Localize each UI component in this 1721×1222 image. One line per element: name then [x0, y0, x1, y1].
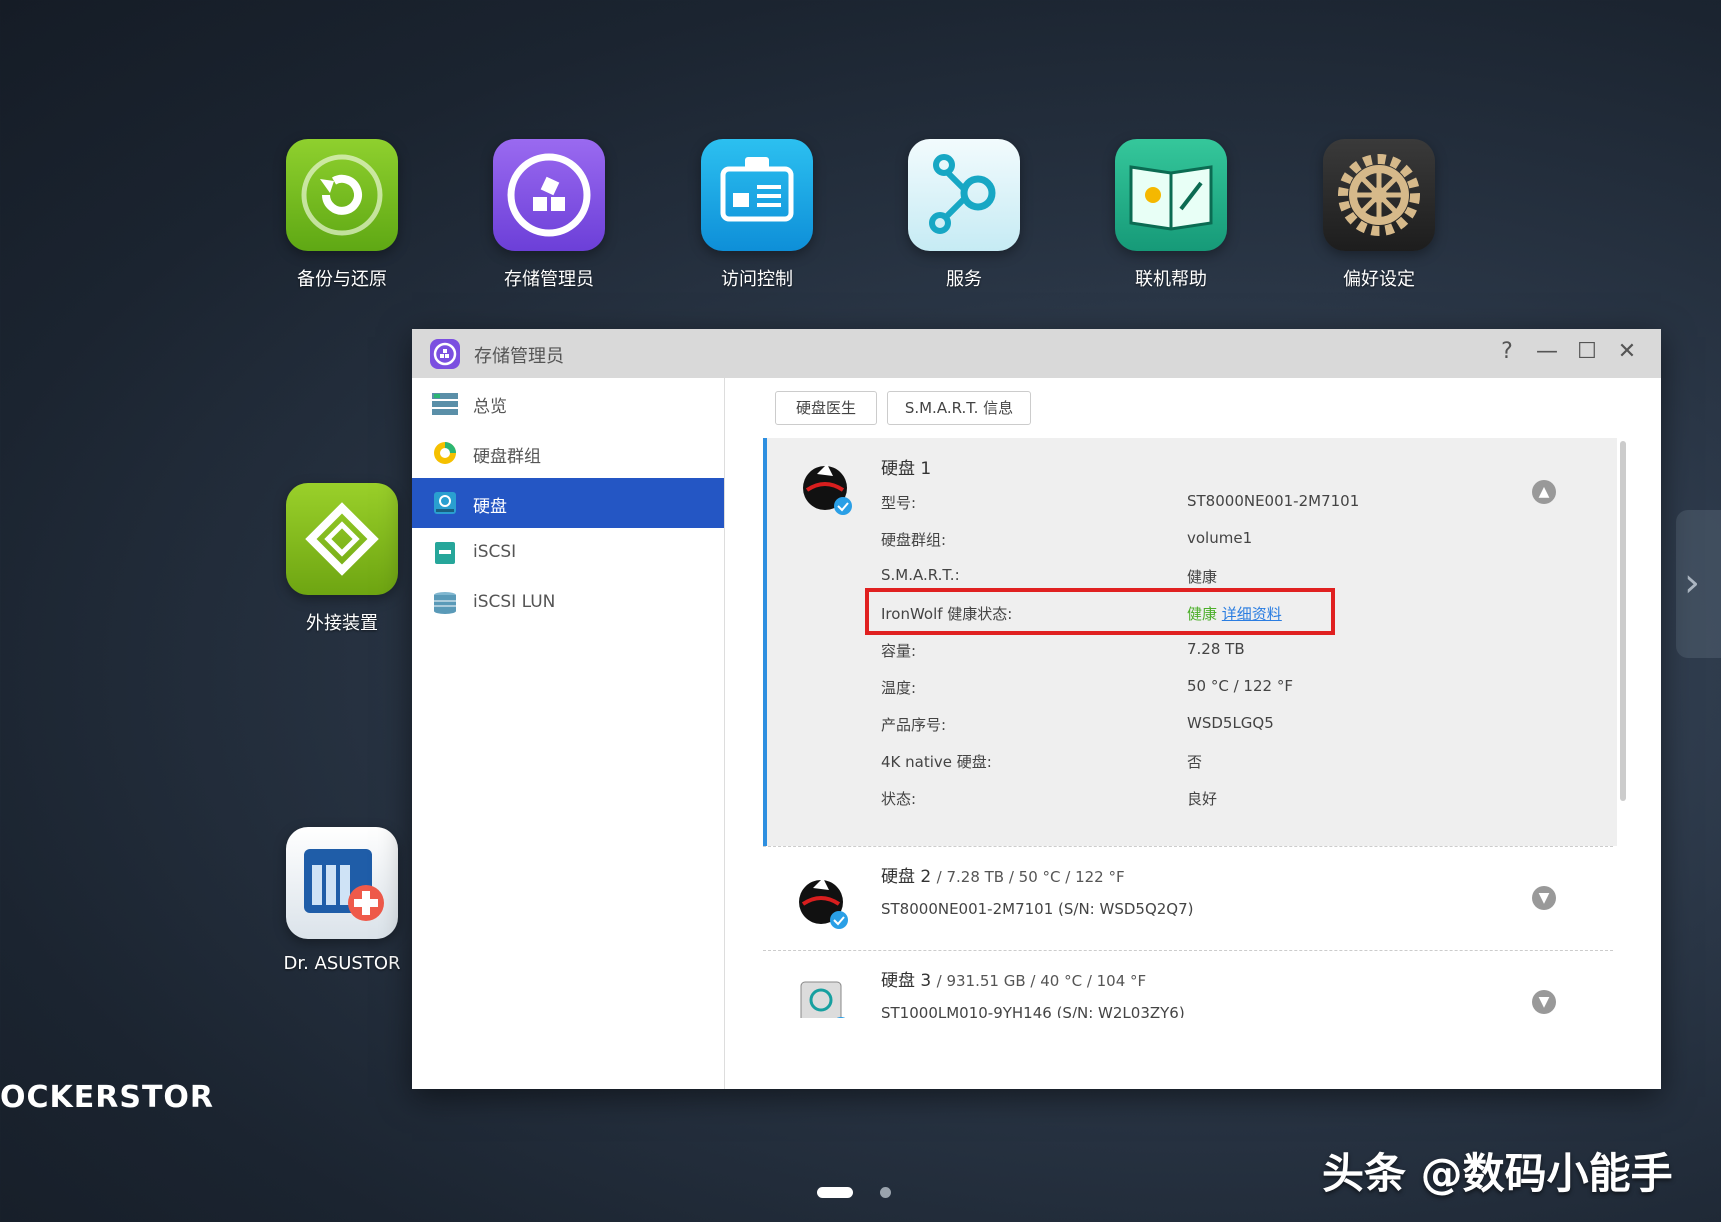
online-help-icon: [1115, 139, 1227, 251]
next-page-button[interactable]: ›: [1676, 510, 1721, 658]
hdd-disk-icon: [800, 981, 846, 1018]
desktop-icon-preferences[interactable]: 偏好设定: [1304, 139, 1454, 291]
expand-chevron-down-icon[interactable]: ▼: [1532, 886, 1556, 910]
sidebar-item-label: iSCSI: [473, 542, 517, 562]
field-label: 4K native 硬盘:: [881, 753, 992, 771]
sidebar-item-label: 硬盘: [473, 497, 507, 517]
desktop-icon-storage-manager[interactable]: 存储管理员: [474, 139, 624, 291]
help-button[interactable]: ?: [1492, 339, 1522, 364]
disk-icon: [434, 492, 456, 514]
desktop-icon-label: 外接装置: [306, 613, 378, 634]
ironwolf-disk-icon: [803, 464, 852, 515]
field-label: S.M.A.R.T.:: [881, 566, 960, 584]
sidebar-item-disk[interactable]: 硬盘: [412, 478, 724, 528]
field-value: 健康: [1187, 568, 1218, 586]
iscsi-lun-icon: [434, 592, 456, 614]
disk-card-3[interactable]: 硬盘 3 / 931.51 GB / 40 °C / 104 °F ST1000…: [763, 952, 1613, 1018]
field-label: 容量:: [881, 642, 917, 660]
field-label: 硬盘群组:: [881, 531, 947, 549]
field-label: 状态:: [881, 790, 917, 808]
watermark: 头条 @数码小能手: [1322, 1149, 1673, 1198]
disk-3-summary: / 931.51 GB / 40 °C / 104 °F: [936, 972, 1147, 990]
disk-list: 硬盘 1 ▲ 硬盘 2 / 7.28 TB / 50 °C / 122 °F S…: [763, 438, 1623, 1018]
page-dot[interactable]: [880, 1187, 891, 1198]
sidebar-item-iscsi[interactable]: iSCSI: [412, 528, 724, 578]
highlight-box: [865, 588, 1335, 635]
minimize-button[interactable]: —: [1532, 339, 1562, 364]
sidebar-item-iscsi-lun[interactable]: iSCSI LUN: [412, 578, 724, 628]
desktop-icon-label: 联机帮助: [1135, 269, 1207, 290]
preferences-icon: [1323, 139, 1435, 251]
services-icon: [908, 139, 1020, 251]
sidebar: 总览 硬盘群组 硬盘 iSCSI iSCSI LUN: [412, 378, 725, 1089]
field-value: 50 °C / 122 °F: [1187, 677, 1293, 695]
disk-3-model: ST1000LM010-9YH146 (S/N: W2L03ZY6): [881, 1004, 1185, 1018]
backup-icon: [286, 139, 398, 251]
window-titlebar[interactable]: 存储管理员 ? — ☐ ✕: [412, 329, 1661, 378]
ironwolf-disk-icon: [799, 878, 848, 929]
volume-icon: [434, 442, 456, 464]
field-label: 型号:: [881, 494, 917, 512]
desktop-icon-backup[interactable]: 备份与还原: [267, 139, 417, 291]
window-title: 存储管理员: [474, 346, 564, 367]
disk-name: 硬盘 3 / 931.51 GB / 40 °C / 104 °F: [881, 966, 1146, 991]
collapse-chevron-up-icon[interactable]: ▲: [1532, 480, 1556, 504]
disk-2-name: 硬盘 2: [881, 867, 932, 887]
disk-2-model: ST8000NE001-2M7101 (S/N: WSD5Q2Q7): [881, 900, 1194, 918]
maximize-button[interactable]: ☐: [1572, 339, 1602, 364]
disk-doctor-button[interactable]: 硬盘医生: [775, 391, 877, 425]
storage-manager-window: 存储管理员 ? — ☐ ✕ 总览 硬盘群组 硬盘 iSCSI iSCSI LUN…: [412, 329, 1661, 1089]
main-content: 硬盘医生 S.M.A.R.T. 信息 硬盘 1 ▲ 硬盘 2 / 7.28 TB…: [725, 378, 1661, 1089]
field-value: WSD5LGQ5: [1187, 714, 1274, 732]
desktop-icon-label: 备份与还原: [297, 269, 387, 290]
overview-icon: [432, 393, 458, 415]
brand-logo: OCKERSTOR: [0, 1080, 215, 1115]
desktop-icon-label: 偏好设定: [1343, 269, 1415, 290]
close-button[interactable]: ✕: [1612, 339, 1642, 364]
sidebar-item-overview[interactable]: 总览: [412, 378, 724, 428]
scrollbar[interactable]: [1620, 441, 1626, 801]
sidebar-item-label: 总览: [473, 397, 507, 417]
desktop-icon-online-help[interactable]: 联机帮助: [1096, 139, 1246, 291]
disk-name: 硬盘 2 / 7.28 TB / 50 °C / 122 °F: [881, 862, 1125, 887]
desktop-icon-label: Dr. ASUSTOR: [283, 953, 401, 974]
expand-chevron-down-icon[interactable]: ▼: [1532, 990, 1556, 1014]
external-devices-icon: [286, 483, 398, 595]
sidebar-item-label: 硬盘群组: [473, 447, 541, 467]
desktop-icon-dr-asustor[interactable]: Dr. ASUSTOR: [267, 827, 417, 974]
desktop-icon-label: 存储管理员: [504, 269, 594, 290]
field-value: 否: [1187, 753, 1203, 771]
storage-manager-icon: [493, 139, 605, 251]
chevron-right-icon: ›: [1684, 560, 1700, 606]
field-label: 温度:: [881, 679, 917, 697]
divider: [763, 950, 1613, 951]
storage-manager-app-icon: [430, 339, 460, 369]
field-value: 良好: [1187, 790, 1218, 808]
divider: [763, 846, 1613, 847]
dr-asustor-icon: [286, 827, 398, 939]
page-dot-active[interactable]: [817, 1187, 853, 1198]
sidebar-item-label: iSCSI LUN: [473, 592, 556, 612]
disk-2-summary: / 7.28 TB / 50 °C / 122 °F: [936, 868, 1125, 886]
field-value: volume1: [1187, 529, 1253, 547]
desktop-icon-label: 访问控制: [721, 269, 793, 290]
field-label: 产品序号:: [881, 716, 947, 734]
desktop-icon-services[interactable]: 服务: [889, 139, 1039, 291]
smart-info-button[interactable]: S.M.A.R.T. 信息: [887, 391, 1031, 425]
disk-card-2[interactable]: 硬盘 2 / 7.28 TB / 50 °C / 122 °F ST8000NE…: [763, 848, 1613, 948]
desktop-icon-access-control[interactable]: 访问控制: [682, 139, 832, 291]
desktop-icon-external-devices[interactable]: 外接装置: [267, 483, 417, 635]
iscsi-icon: [435, 542, 455, 564]
field-value: ST8000NE001-2M7101: [1187, 492, 1360, 510]
sidebar-item-volume[interactable]: 硬盘群组: [412, 428, 724, 478]
desktop-icon-label: 服务: [946, 269, 982, 290]
disk-3-name: 硬盘 3: [881, 971, 932, 991]
disk-name: 硬盘 1: [881, 459, 932, 479]
field-value: 7.28 TB: [1187, 640, 1245, 658]
access-control-icon: [701, 139, 813, 251]
